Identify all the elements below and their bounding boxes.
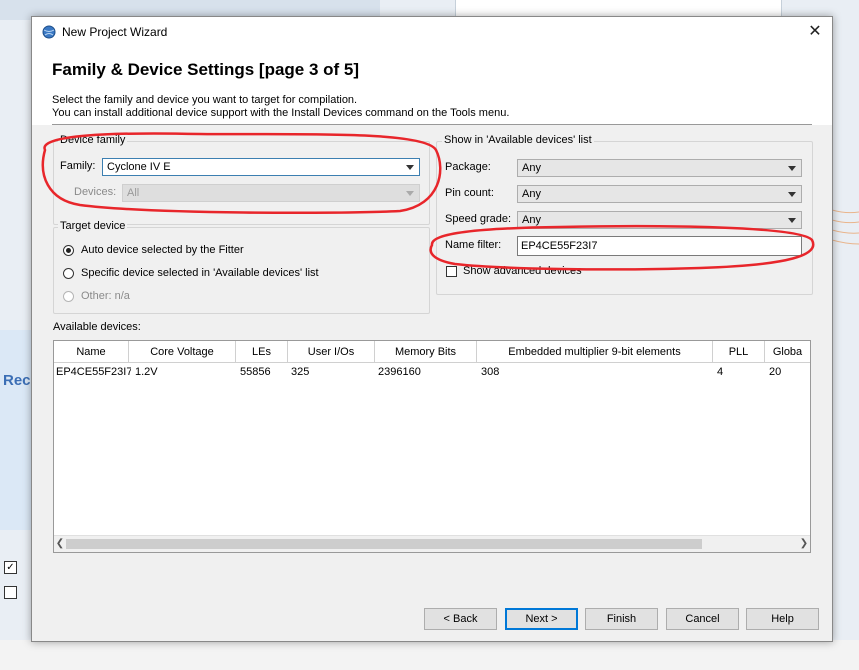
scroll-left-icon[interactable]: ❮: [54, 536, 66, 552]
package-dropdown-value: Any: [522, 162, 541, 174]
finish-button[interactable]: Finish: [585, 608, 658, 630]
other-device-label: Other: n/a: [81, 290, 130, 302]
horizontal-scrollbar[interactable]: ❮ ❯: [54, 535, 810, 552]
devices-label: Devices:: [74, 186, 117, 198]
scrollbar-thumb[interactable]: [66, 539, 702, 549]
cell-name: EP4CE55F23I7: [56, 366, 131, 378]
cell-user-ios: 325: [291, 366, 310, 378]
pin-count-dropdown-value: Any: [522, 188, 541, 200]
specific-device-label[interactable]: Specific device selected in 'Available d…: [81, 267, 319, 279]
wizard-header: Family & Device Settings [page 3 of 5] S…: [32, 47, 832, 125]
app-globe-icon: [42, 25, 56, 39]
chevron-down-icon: [788, 218, 796, 223]
auto-device-radio[interactable]: [63, 245, 74, 256]
family-dropdown-value: Cyclone IV E: [107, 161, 171, 173]
column-header-memory-bits[interactable]: Memory Bits: [375, 341, 477, 363]
speed-grade-dropdown-value: Any: [522, 214, 541, 226]
cell-embedded-multiplier: 308: [481, 366, 500, 378]
show-advanced-checkbox[interactable]: [446, 266, 457, 277]
device-family-group: [53, 141, 430, 225]
close-icon[interactable]: ✕: [804, 21, 826, 43]
chevron-down-icon: [788, 166, 796, 171]
speed-grade-dropdown[interactable]: Any: [517, 211, 802, 229]
show-advanced-label[interactable]: Show advanced devices: [463, 265, 582, 277]
cell-les: 55856: [240, 366, 271, 378]
pin-count-dropdown[interactable]: Any: [517, 185, 802, 203]
help-button[interactable]: Help: [746, 608, 819, 630]
new-project-wizard-dialog: New Project Wizard ✕ Family & Device Set…: [31, 16, 833, 642]
next-button[interactable]: Next >: [505, 608, 578, 630]
pin-count-label: Pin count:: [445, 187, 494, 199]
cell-global: 20: [769, 366, 782, 378]
device-family-group-label: Device family: [58, 134, 128, 146]
column-header-pll[interactable]: PLL: [713, 341, 765, 363]
chevron-down-icon: [788, 192, 796, 197]
background-blue-panel: [0, 330, 32, 530]
back-button[interactable]: < Back: [424, 608, 497, 630]
page-title: Family & Device Settings [page 3 of 5]: [52, 60, 360, 79]
name-filter-input[interactable]: EP4CE55F23I7: [517, 236, 802, 256]
chevron-down-icon: [406, 165, 414, 170]
column-header-user-ios[interactable]: User I/Os: [288, 341, 375, 363]
family-dropdown[interactable]: Cyclone IV E: [102, 158, 420, 176]
cell-memory-bits: 2396160: [378, 366, 421, 378]
column-header-name[interactable]: Name: [54, 341, 129, 363]
target-device-group-label: Target device: [58, 220, 128, 232]
background-footer: [0, 640, 859, 670]
background-heading: Rec: [3, 372, 31, 389]
show-in-list-group-label: Show in 'Available devices' list: [442, 134, 594, 146]
speed-grade-label: Speed grade:: [445, 213, 512, 225]
package-dropdown[interactable]: Any: [517, 159, 802, 177]
background-decoration: [832, 209, 859, 245]
auto-device-label[interactable]: Auto device selected by the Fitter: [81, 244, 244, 256]
other-device-radio[interactable]: [63, 291, 74, 302]
background-panel: [455, 0, 782, 17]
column-header-embedded-multiplier[interactable]: Embedded multiplier 9-bit elements: [477, 341, 713, 363]
title-bar[interactable]: New Project Wizard ✕: [32, 17, 832, 47]
family-label: Family:: [60, 160, 96, 172]
window-title: New Project Wizard: [62, 25, 168, 39]
column-header-global[interactable]: Globa: [765, 341, 810, 363]
package-label: Package:: [445, 161, 491, 173]
cancel-button[interactable]: Cancel: [666, 608, 739, 630]
cell-core-voltage: 1.2V: [135, 366, 158, 378]
chevron-down-icon: [406, 191, 414, 196]
background-checkbox-checked: ✓: [4, 561, 17, 574]
devices-dropdown-value: All: [127, 187, 140, 199]
scroll-right-icon[interactable]: ❯: [798, 536, 810, 552]
cell-pll: 4: [717, 366, 724, 378]
page-description-line2: You can install additional device suppor…: [52, 107, 510, 119]
column-header-les[interactable]: LEs: [236, 341, 288, 363]
devices-dropdown[interactable]: All: [122, 184, 420, 202]
specific-device-radio[interactable]: [63, 268, 74, 279]
available-devices-label: Available devices:: [53, 321, 141, 333]
page-description-line1: Select the family and device you want to…: [52, 94, 358, 106]
name-filter-label: Name filter:: [445, 239, 502, 251]
available-devices-table[interactable]: Name Core Voltage LEs User I/Os Memory B…: [53, 340, 811, 553]
header-divider: [52, 124, 812, 125]
column-header-core-voltage[interactable]: Core Voltage: [129, 341, 236, 363]
background-checkbox: [4, 586, 17, 599]
